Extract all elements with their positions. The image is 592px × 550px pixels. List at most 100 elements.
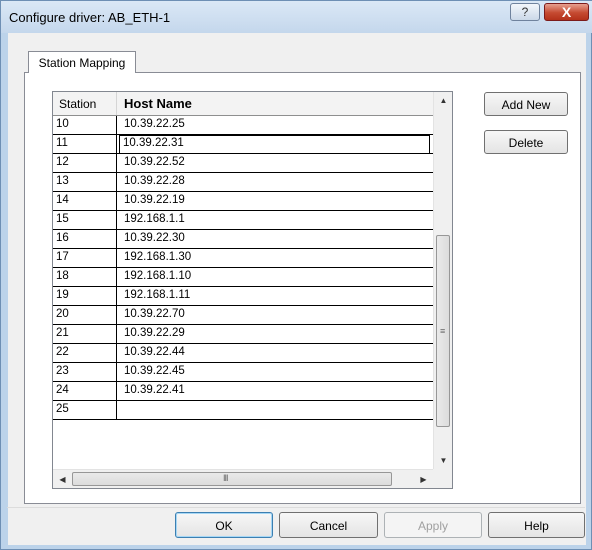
table-row[interactable]: 20 10.39.22.70	[53, 306, 433, 325]
station-cell[interactable]: 10	[53, 116, 117, 134]
station-cell[interactable]: 22	[53, 344, 117, 362]
column-header-station[interactable]: Station	[53, 92, 117, 115]
station-cell[interactable]: 25	[53, 401, 117, 419]
host-name-cell-text: 192.168.1.11	[124, 289, 191, 301]
station-cell[interactable]: 11	[53, 135, 117, 153]
host-name-cell-text: 10.39.22.41	[124, 384, 185, 396]
help-button[interactable]: ?	[510, 3, 540, 21]
scroll-down-icon[interactable]: ▼	[434, 452, 452, 469]
host-name-cell[interactable]: 10.39.22.41	[117, 382, 433, 400]
apply-button[interactable]: Apply	[384, 512, 482, 538]
add-new-label: Add New	[501, 98, 551, 112]
host-name-cell[interactable]: 10.39.22.45	[117, 363, 433, 381]
scroll-left-icon[interactable]: ◀	[53, 470, 72, 488]
station-cell-text: 22	[56, 346, 69, 358]
table-row[interactable]: 22 10.39.22.44	[53, 344, 433, 363]
host-name-cell[interactable]: 10.39.22.30	[117, 230, 433, 248]
host-name-cell[interactable]: 10.39.22.70	[117, 306, 433, 324]
table-row[interactable]: 23 10.39.22.45	[53, 363, 433, 382]
host-name-cell-text: 192.168.1.10	[124, 270, 192, 282]
table-row[interactable]: 18 192.168.1.10	[53, 268, 433, 287]
table-row[interactable]: 21 10.39.22.29	[53, 325, 433, 344]
table-row[interactable]: 11 10.39.22.31	[53, 135, 433, 154]
station-cell-text: 10	[56, 118, 69, 130]
host-name-cell[interactable]: 10.39.22.31	[119, 135, 430, 154]
host-name-cell-text: 10.39.22.44	[124, 346, 185, 358]
horizontal-scroll-thumb[interactable]: III	[72, 472, 392, 486]
station-cell-text: 11	[56, 137, 68, 149]
table-row[interactable]: 17 192.168.1.30	[53, 249, 433, 268]
station-cell[interactable]: 14	[53, 192, 117, 210]
host-name-cell[interactable]: 10.39.22.52	[117, 154, 433, 172]
add-new-button[interactable]: Add New	[484, 92, 568, 116]
window-title: Configure driver: AB_ETH-1	[9, 10, 171, 25]
station-cell-text: 13	[56, 175, 69, 187]
table-row[interactable]: 10 10.39.22.25	[53, 116, 433, 135]
scroll-up-icon[interactable]: ▲	[434, 92, 452, 109]
ok-button[interactable]: OK	[175, 512, 273, 538]
station-cell[interactable]: 24	[53, 382, 117, 400]
host-name-cell-text: 192.168.1.30	[124, 251, 192, 263]
station-mapping-grid[interactable]: Station Host Name 10 10.39.22.25 11 10.39.2…	[52, 91, 453, 489]
table-row[interactable]: 14 10.39.22.19	[53, 192, 433, 211]
station-cell-text: 21	[56, 327, 69, 339]
host-name-cell[interactable]: 10.39.22.29	[117, 325, 433, 343]
host-name-cell-text: 10.39.22.28	[124, 175, 185, 187]
close-button[interactable]: X	[544, 3, 589, 21]
vertical-scroll-thumb[interactable]: ≡	[436, 235, 450, 427]
tab-station-mapping[interactable]: Station Mapping	[28, 51, 136, 73]
scroll-right-icon[interactable]: ▶	[414, 470, 433, 488]
cancel-button[interactable]: Cancel	[279, 512, 378, 538]
grid-rows: 10 10.39.22.25 11 10.39.22.31 12 10.39.22.52 1…	[53, 116, 433, 420]
station-cell[interactable]: 18	[53, 268, 117, 286]
host-name-cell[interactable]: 192.168.1.10	[117, 268, 433, 286]
table-row[interactable]: 13 10.39.22.28	[53, 173, 433, 192]
host-name-cell[interactable]: 192.168.1.30	[117, 249, 433, 267]
host-name-cell-text: 10.39.22.25	[124, 118, 185, 130]
help-footer-button[interactable]: Help	[488, 512, 585, 538]
station-cell[interactable]: 16	[53, 230, 117, 248]
table-row[interactable]: 25	[53, 401, 433, 420]
station-cell[interactable]: 15	[53, 211, 117, 229]
host-name-cell[interactable]: 192.168.1.1	[117, 211, 433, 229]
table-row[interactable]: 24 10.39.22.41	[53, 382, 433, 401]
table-row[interactable]: 15 192.168.1.1	[53, 211, 433, 230]
station-cell-text: 12	[56, 156, 69, 168]
vertical-scrollbar[interactable]: ▲ ≡ ▼	[433, 92, 452, 469]
help-label: Help	[524, 519, 549, 533]
column-header-station-label: Station	[59, 97, 97, 111]
horizontal-scrollbar[interactable]: ◀ III ▶	[53, 469, 433, 488]
delete-label: Delete	[508, 136, 544, 150]
host-name-cell[interactable]: 10.39.22.19	[117, 192, 433, 210]
title-bar[interactable]: Configure driver: AB_ETH-1 ? X	[1, 1, 592, 33]
station-cell-text: 14	[56, 194, 69, 206]
scrollbar-corner	[433, 469, 452, 488]
host-name-cell-text: 10.39.22.45	[124, 365, 185, 377]
table-row[interactable]: 16 10.39.22.30	[53, 230, 433, 249]
table-row[interactable]: 19 192.168.1.11	[53, 287, 433, 306]
grid-header: Station Host Name	[53, 92, 433, 116]
host-name-cell[interactable]: 10.39.22.25	[117, 116, 433, 134]
station-cell[interactable]: 19	[53, 287, 117, 305]
table-row[interactable]: 12 10.39.22.52	[53, 154, 433, 173]
station-cell[interactable]: 13	[53, 173, 117, 191]
station-cell[interactable]: 17	[53, 249, 117, 267]
station-cell-text: 16	[56, 232, 69, 244]
station-cell[interactable]: 12	[53, 154, 117, 172]
host-name-cell-text: 10.39.22.19	[124, 194, 185, 206]
station-cell[interactable]: 20	[53, 306, 117, 324]
station-cell-text: 15	[56, 213, 69, 225]
station-cell[interactable]: 21	[53, 325, 117, 343]
host-name-cell-text: 10.39.22.30	[124, 232, 185, 244]
station-cell[interactable]: 23	[53, 363, 117, 381]
host-name-cell[interactable]: 192.168.1.11	[117, 287, 433, 305]
station-cell-text: 24	[56, 384, 69, 396]
station-cell-text: 23	[56, 365, 69, 377]
host-name-cell[interactable]	[117, 401, 433, 419]
host-name-cell[interactable]: 10.39.22.44	[117, 344, 433, 362]
delete-button[interactable]: Delete	[484, 130, 568, 154]
ok-label: OK	[215, 519, 233, 533]
question-icon: ?	[521, 5, 529, 19]
cancel-label: Cancel	[309, 519, 348, 533]
host-name-cell[interactable]: 10.39.22.28	[117, 173, 433, 191]
